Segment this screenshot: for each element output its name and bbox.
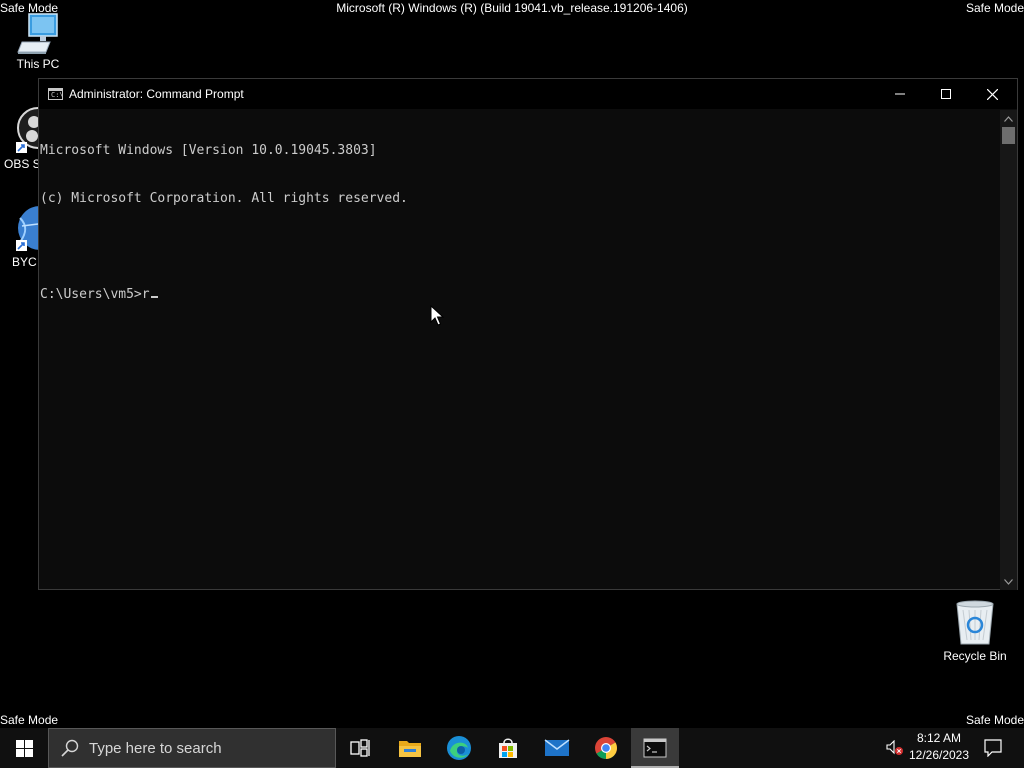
vertical-scrollbar[interactable] bbox=[1000, 110, 1017, 590]
taskbar-search-box[interactable]: Type here to search bbox=[48, 728, 336, 768]
task-view-icon bbox=[350, 739, 370, 757]
console-prompt-line[interactable]: C:\Users\vm5>r bbox=[40, 287, 1001, 303]
command-prompt-icon bbox=[643, 738, 667, 758]
minimize-button[interactable] bbox=[877, 79, 923, 109]
taskbar-clock[interactable]: 8:12 AM 12/26/2023 bbox=[906, 730, 972, 764]
build-info: Microsoft (R) Windows (R) (Build 19041.v… bbox=[336, 1, 688, 15]
desktop-icon-this-pc[interactable]: This PC bbox=[0, 12, 76, 71]
mail-button[interactable] bbox=[533, 728, 581, 768]
command-prompt-window[interactable]: C:\ Administrator: Command Prompt Micros… bbox=[38, 78, 1018, 590]
notification-icon bbox=[984, 739, 1002, 757]
task-view-button[interactable] bbox=[336, 728, 384, 768]
windows-logo-icon bbox=[15, 739, 33, 757]
action-center-button[interactable] bbox=[978, 728, 1008, 768]
globe-icon bbox=[16, 206, 40, 251]
search-icon bbox=[61, 739, 79, 757]
microsoft-edge-button[interactable] bbox=[435, 728, 483, 768]
desktop-icon-label: OBS S bbox=[4, 157, 41, 171]
edge-icon bbox=[447, 736, 471, 760]
volume-muted-icon bbox=[886, 740, 903, 755]
command-prompt-taskbar-button[interactable] bbox=[631, 728, 679, 768]
console-line: Microsoft Windows [Version 10.0.19045.38… bbox=[40, 143, 377, 158]
maximize-icon bbox=[941, 89, 951, 99]
taskbar: Type here to search 8:12 AM 12/26/2023 bbox=[0, 728, 1024, 768]
chrome-icon bbox=[595, 737, 617, 759]
google-chrome-button[interactable] bbox=[582, 728, 630, 768]
minimize-icon bbox=[895, 93, 905, 95]
window-title: Administrator: Command Prompt bbox=[69, 87, 244, 101]
console-line: (c) Microsoft Corporation. All rights re… bbox=[40, 191, 408, 206]
computer-icon bbox=[17, 13, 58, 54]
folder-icon bbox=[399, 741, 421, 757]
title-bar[interactable]: C:\ Administrator: Command Prompt bbox=[39, 79, 1017, 109]
chevron-up-icon bbox=[1004, 115, 1013, 122]
safe-mode-label-bottom-right: Safe Mode bbox=[965, 713, 1024, 727]
file-explorer-button[interactable] bbox=[386, 728, 434, 768]
maximize-button[interactable] bbox=[923, 79, 969, 109]
safe-mode-label-bottom-left: Safe Mode bbox=[0, 713, 59, 727]
desktop-icon-label: This PC bbox=[16, 57, 60, 71]
scrollbar-thumb[interactable] bbox=[1002, 127, 1015, 144]
search-placeholder: Type here to search bbox=[89, 740, 222, 757]
volume-button[interactable] bbox=[884, 728, 906, 768]
desktop-icon-byc[interactable]: BYC bbox=[12, 204, 40, 269]
scroll-down-button[interactable] bbox=[1000, 573, 1017, 590]
start-button[interactable] bbox=[0, 728, 48, 768]
scroll-up-button[interactable] bbox=[1000, 110, 1017, 127]
chevron-down-icon bbox=[1004, 578, 1013, 585]
console-output[interactable]: Microsoft Windows [Version 10.0.19045.38… bbox=[39, 110, 1001, 590]
console-prompt-text: C:\Users\vm5>r bbox=[40, 287, 150, 302]
text-caret bbox=[150, 296, 158, 298]
mail-icon bbox=[544, 739, 570, 756]
desktop-icon-label: BYC bbox=[12, 255, 37, 269]
microsoft-store-button[interactable] bbox=[484, 728, 532, 768]
clock-date: 12/26/2023 bbox=[908, 748, 970, 762]
mouse-pointer-icon bbox=[430, 305, 444, 326]
clock-time: 8:12 AM bbox=[916, 731, 962, 745]
close-button[interactable] bbox=[969, 79, 1015, 109]
close-icon bbox=[986, 88, 998, 100]
desktop-icon-recycle-bin[interactable]: Recycle Bin bbox=[937, 600, 1013, 663]
recycle-bin-icon bbox=[956, 600, 994, 645]
safe-mode-label-top-right: Safe Mode bbox=[965, 1, 1024, 15]
desktop-icon-label: Recycle Bin bbox=[943, 649, 1007, 663]
command-prompt-icon: C:\ bbox=[48, 88, 64, 100]
store-icon bbox=[499, 738, 517, 758]
